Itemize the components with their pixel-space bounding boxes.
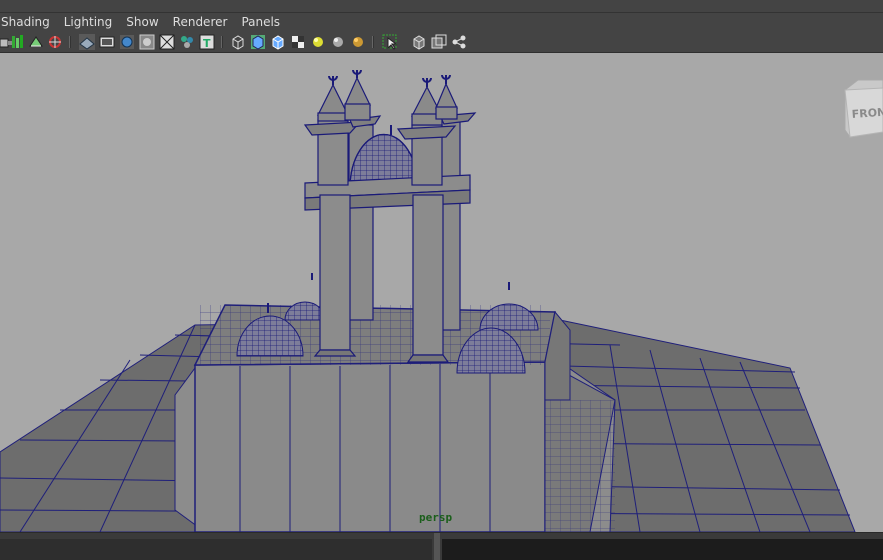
graph-icon[interactable] [451,34,467,50]
view-cube-label: FRONT [851,105,883,121]
image-plane-icon[interactable] [47,34,63,50]
smooth-shade-icon[interactable] [250,34,266,50]
lower-right-panel [442,539,883,560]
gate-mask-icon[interactable] [139,34,155,50]
bookmark-icon[interactable] [28,34,44,50]
panel-divider[interactable] [434,533,440,560]
bottom-panel-strip [0,532,883,560]
grid-icon[interactable] [79,34,95,50]
menu-shading[interactable]: Shading [0,13,57,32]
camera-name-label: persp [419,511,453,524]
textured-icon[interactable] [290,34,306,50]
film-gate-icon[interactable] [99,34,115,50]
high-quality-icon[interactable] [350,34,366,50]
resolution-gate-icon[interactable] [119,34,135,50]
shadows-icon[interactable] [330,34,346,50]
wireframe-icon[interactable] [230,34,246,50]
isolate-select-icon[interactable] [382,34,398,50]
safe-action-icon[interactable] [179,34,195,50]
svg-text:T: T [203,37,211,50]
toolbar-separator [69,36,71,48]
wireframe-on-shaded-icon[interactable] [270,34,286,50]
panel-toolbar: T [0,32,883,53]
use-default-lights-icon[interactable] [310,34,326,50]
field-chart-icon[interactable] [159,34,175,50]
two-panel-icon[interactable] [431,34,447,50]
toolbar-separator [221,36,223,48]
title-strip [0,0,883,13]
menu-show[interactable]: Show [119,13,165,32]
panel-menu-bar: Shading Lighting Show Renderer Panels [0,13,883,32]
camera-attributes-icon[interactable] [10,34,26,50]
menu-lighting[interactable]: Lighting [57,13,120,32]
menu-renderer[interactable]: Renderer [166,13,235,32]
textured-label-icon[interactable]: T [199,34,215,50]
menu-panels[interactable]: Panels [234,13,287,32]
toolbar-separator [372,36,374,48]
lower-left-panel [0,539,432,560]
perspective-viewport[interactable]: FRONT [0,53,883,532]
xray-icon[interactable] [411,34,427,50]
view-cube: FRONT [844,79,883,138]
